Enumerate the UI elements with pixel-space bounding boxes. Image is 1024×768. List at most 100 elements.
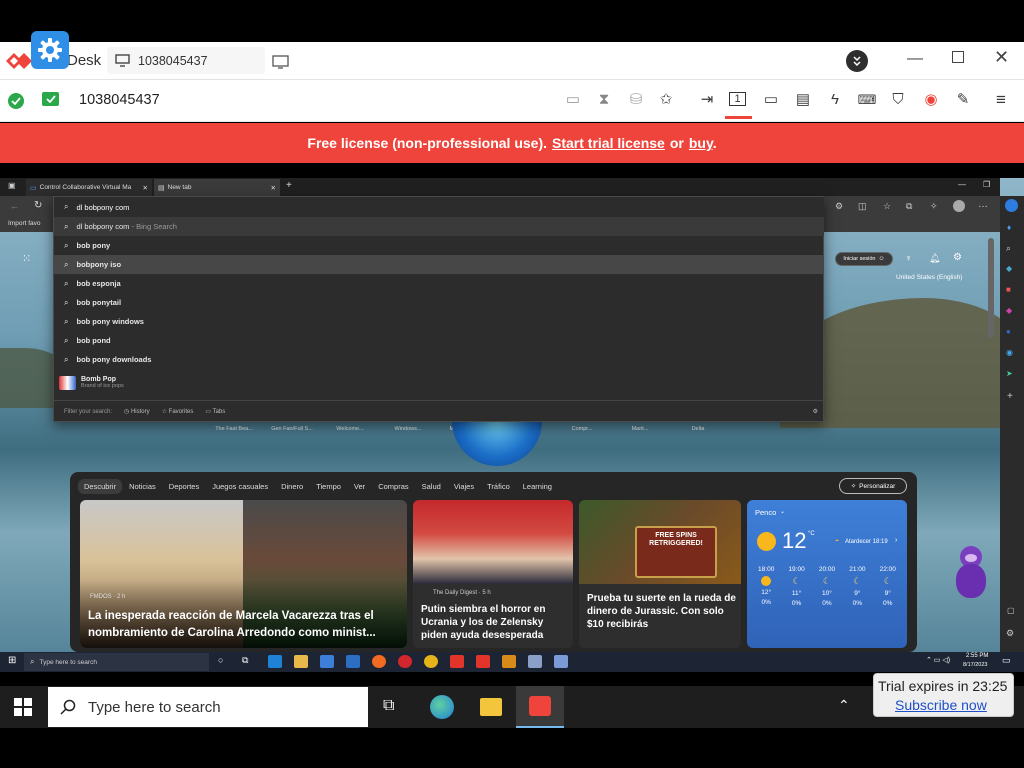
- new-tab-plus-icon[interactable]: +: [286, 180, 292, 191]
- collections-icon[interactable]: ⧉: [906, 201, 912, 212]
- sidebar-tools-icon[interactable]: ◆: [1006, 264, 1012, 273]
- weather-card[interactable]: Penco ⌄ 12 °C ◓ Atardecer 18:19 › 18:00 1…: [747, 500, 907, 648]
- sidebar-outlook-icon[interactable]: ●: [1006, 327, 1011, 336]
- tab-close-icon[interactable]: ✕: [143, 184, 148, 192]
- suggestion-row[interactable]: ⌕ bob esponja: [54, 274, 824, 293]
- hamburger-menu-icon[interactable]: ≡: [991, 90, 1011, 110]
- news-card[interactable]: FMDOS · 2 h La inesperada reacción de Ma…: [80, 500, 407, 648]
- quick-link[interactable]: Gen Fan/Full S...: [268, 426, 316, 440]
- page-settings-icon[interactable]: ⚙: [953, 252, 962, 263]
- app-taskbar-icon-3[interactable]: [554, 655, 568, 668]
- apps-grid-icon[interactable]: ⁙: [22, 252, 31, 265]
- sidebar-office-icon[interactable]: ◆: [1006, 306, 1012, 315]
- sidebar-shopping-icon[interactable]: ♦: [1007, 223, 1011, 232]
- edge-taskbar-icon[interactable]: [430, 695, 454, 719]
- feed-tab[interactable]: Tiempo: [310, 479, 347, 494]
- quick-link[interactable]: The Fast Bea...: [210, 426, 258, 440]
- news-card[interactable]: The Daily Digest · 5 h Putin siembra el …: [413, 500, 573, 648]
- task-view-icon[interactable]: ⧉: [242, 655, 248, 666]
- suggestion-row[interactable]: ⌕ bob pony windows: [54, 312, 824, 331]
- file-transfer-icon[interactable]: ⇥: [697, 90, 717, 110]
- personalize-button[interactable]: ✧ Personalizar: [839, 478, 907, 494]
- filter-tabs[interactable]: ▭ Tabs: [205, 408, 225, 415]
- dropdown-settings-icon[interactable]: ⚙: [813, 408, 818, 415]
- tab-close-icon[interactable]: ✕: [271, 184, 276, 192]
- filter-favorites[interactable]: ☆ Favorites: [162, 408, 194, 415]
- address-bar[interactable]: ⌕ dl bobpony com: [54, 197, 824, 217]
- remote-start-icon[interactable]: ⊞: [8, 655, 16, 666]
- database-icon[interactable]: ⛁: [626, 90, 646, 110]
- remote-desktop-view[interactable]: ▣ ▭ Control Collaborative Virtual Ma ✕ ▤…: [0, 178, 1024, 672]
- sidebar-search-icon[interactable]: ⌕: [1006, 243, 1011, 254]
- sidebar-games-icon[interactable]: ■: [1006, 285, 1011, 294]
- task-view-icon[interactable]: ⧉: [383, 697, 394, 715]
- hourglass-icon[interactable]: ⧗: [594, 90, 614, 110]
- filter-history[interactable]: ◷ History: [124, 408, 150, 415]
- new-session-icon[interactable]: [272, 54, 290, 75]
- extensions-icon[interactable]: ✧: [930, 201, 938, 212]
- rewards-icon[interactable]: ♆: [905, 253, 912, 263]
- profile-avatar-icon[interactable]: [953, 200, 965, 212]
- feed-tab[interactable]: Salud: [416, 479, 447, 494]
- feed-tab[interactable]: Deportes: [163, 479, 205, 494]
- suggestion-row[interactable]: ⌕ bob pony downloads: [54, 350, 824, 369]
- windows-start-icon[interactable]: [14, 698, 32, 721]
- toolbar-icon-2[interactable]: ◫: [858, 201, 867, 212]
- feed-tab[interactable]: Compras: [372, 479, 414, 494]
- file-explorer-icon[interactable]: [480, 698, 502, 716]
- feed-tab[interactable]: Descubrir: [78, 478, 123, 494]
- feed-tab[interactable]: Tráfico: [481, 479, 516, 494]
- edge-taskbar-icon[interactable]: [268, 655, 282, 668]
- anydesk-taskbar-icon[interactable]: [450, 655, 464, 668]
- minimize-icon[interactable]: —: [907, 50, 923, 68]
- tray-icons[interactable]: ⌃ ▭ ◁): [926, 656, 950, 664]
- chat-icon[interactable]: ▤: [793, 90, 813, 110]
- quick-link[interactable]: Delta: [674, 426, 722, 440]
- firefox-taskbar-icon[interactable]: [372, 655, 386, 668]
- close-icon[interactable]: ✕: [994, 47, 1009, 68]
- restore-icon[interactable]: [952, 51, 964, 63]
- status-indicator-icon[interactable]: [846, 50, 868, 72]
- favorites-star-icon[interactable]: ☆: [883, 201, 891, 212]
- tab-actions-icon[interactable]: ▣: [8, 181, 16, 190]
- suggestion-row[interactable]: ⌕ bob pond: [54, 331, 824, 350]
- app-taskbar-icon[interactable]: [502, 655, 516, 668]
- anydesk-taskbar-active[interactable]: [516, 686, 564, 728]
- feed-tab[interactable]: Ver: [348, 479, 371, 494]
- display-1-icon[interactable]: 1: [729, 92, 746, 106]
- anydesk-taskbar-icon-2[interactable]: [476, 655, 490, 668]
- news-card[interactable]: FREE SPINS RETRIGGERED! Prueba tu suerte…: [579, 500, 741, 648]
- browser-tab-control[interactable]: ▭ Control Collaborative Virtual Ma ✕: [26, 179, 152, 196]
- start-trial-link[interactable]: Start trial license: [552, 135, 665, 151]
- tray-chevron-icon[interactable]: ⌃: [838, 697, 850, 714]
- remote-search-box[interactable]: ⌕ Type here to search: [24, 653, 209, 671]
- address-tab[interactable]: 1038045437: [107, 47, 265, 74]
- star-icon[interactable]: ✩: [656, 90, 676, 110]
- more-icon[interactable]: …: [978, 199, 988, 210]
- rich-suggestion-row[interactable]: Bomb Pop Brand of ice pops: [54, 370, 824, 395]
- feed-tab[interactable]: Dinero: [275, 479, 309, 494]
- import-favorites[interactable]: Import favo: [8, 220, 41, 227]
- purple-gorilla-character[interactable]: [950, 546, 992, 606]
- sidebar-layout-icon[interactable]: ▢: [1007, 606, 1015, 615]
- keyboard-icon[interactable]: ⌨: [857, 90, 877, 110]
- notification-icon[interactable]: ▭: [1002, 655, 1011, 666]
- store-taskbar-icon[interactable]: [320, 655, 334, 668]
- suggestion-row[interactable]: ⌕ bob ponytail: [54, 293, 824, 312]
- back-icon[interactable]: ←: [10, 201, 19, 211]
- app-taskbar-icon-2[interactable]: [528, 655, 542, 668]
- address-input-value[interactable]: dl bobpony com: [76, 203, 129, 212]
- chrome-taskbar-icon[interactable]: [424, 655, 438, 668]
- monitor-icon[interactable]: ▭: [761, 90, 781, 110]
- remote-clock-time[interactable]: 2:55 PM: [966, 653, 988, 659]
- chevron-right-icon[interactable]: ›: [895, 537, 897, 544]
- quick-link[interactable]: Marit...: [616, 426, 664, 440]
- suggestion-row[interactable]: ⌕ bobpony iso: [54, 255, 824, 274]
- sidebar-add-icon[interactable]: +: [1007, 391, 1013, 402]
- feed-tab[interactable]: Juegos casuales: [206, 479, 274, 494]
- feed-tab[interactable]: Learning: [517, 479, 558, 494]
- sidebar-drop-icon[interactable]: ◉: [1006, 348, 1013, 357]
- page-scrollbar[interactable]: [988, 238, 994, 338]
- opera-taskbar-icon[interactable]: [398, 655, 412, 668]
- bing-copilot-icon[interactable]: [1005, 199, 1018, 212]
